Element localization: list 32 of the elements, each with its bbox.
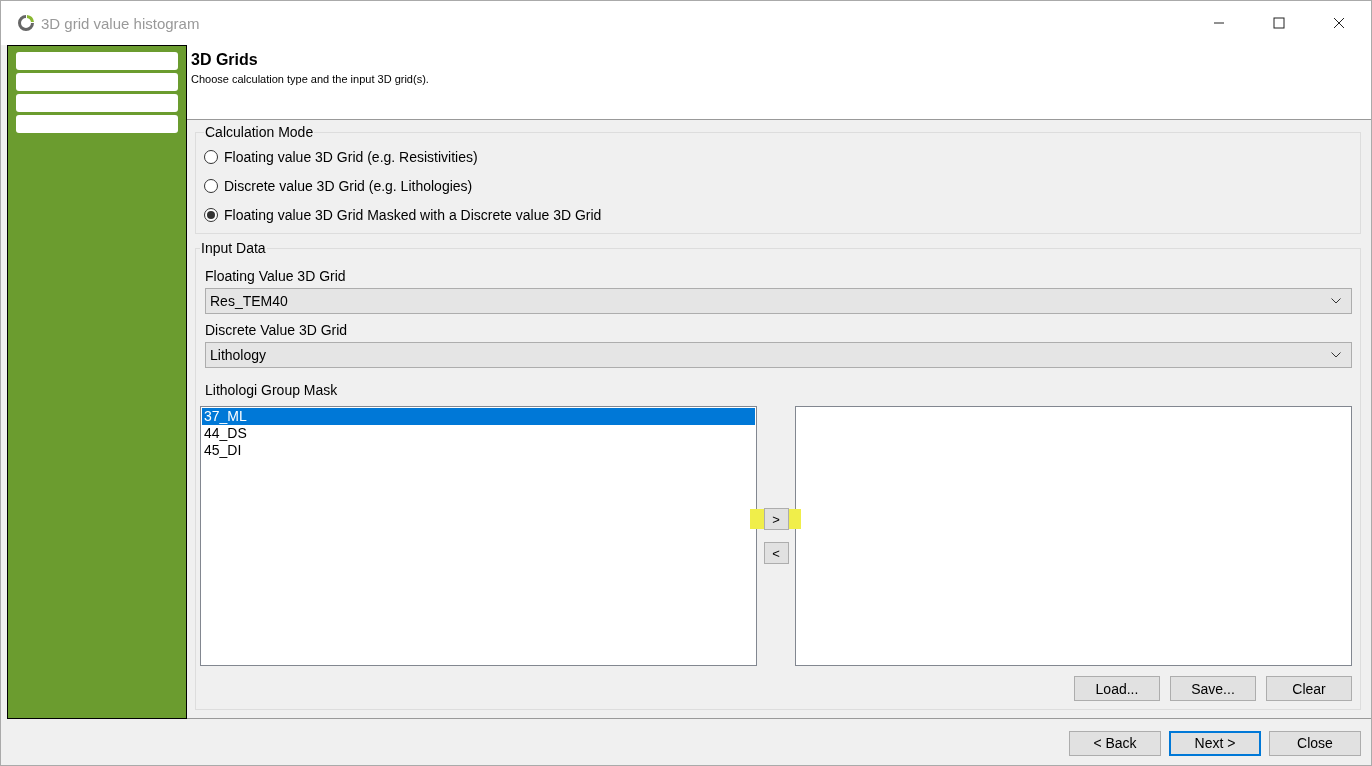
group-legend: Calculation Mode [204,124,315,140]
remove-button[interactable]: < [763,542,789,564]
group-legend: Input Data [200,240,267,256]
list-item[interactable]: 37_ML [202,408,755,425]
close-icon[interactable] [1333,17,1345,29]
add-button[interactable]: > [763,508,789,530]
footer-button[interactable]: Close [1269,730,1361,756]
action-button[interactable]: Clear [1266,676,1352,701]
action-button[interactable]: Load... [1074,676,1160,701]
page-title: 3D Grids [191,51,259,69]
radio-option[interactable]: Discrete value 3D Grid (e.g. Lithologies) [204,171,1352,200]
app-logo-icon [17,14,35,32]
field-label: Lithologi Group Mask [205,382,339,398]
chevron-down-icon [1331,298,1341,304]
radio-option[interactable]: Floating value 3D Grid Masked with a Discrete value 3D Grid [204,200,1352,229]
window-title: 3D grid value histogram [41,14,200,32]
maximize-icon[interactable] [1273,17,1285,29]
radio-button[interactable] [204,207,218,222]
chevron-down-icon [1331,352,1341,358]
dropdown[interactable]: Lithology [205,342,1352,368]
field-label: Floating Value 3D Grid [205,268,347,284]
radio-button[interactable] [204,149,218,164]
footer-button[interactable]: Next > [1169,730,1261,756]
footer-button[interactable]: < Back [1069,730,1161,756]
page-subtitle: Choose calculation type and the input 3D grid(s). [191,73,430,85]
list-item[interactable]: 45_DI [202,442,755,459]
dropdown[interactable]: Res_TEM40 [205,288,1352,314]
radio-option[interactable]: Floating value 3D Grid (e.g. Resistivities) [204,142,1352,171]
list-item[interactable]: 44_DS [202,425,755,442]
action-button[interactable]: Save... [1170,676,1256,701]
radio-button[interactable] [204,178,218,193]
field-label: Discrete Value 3D Grid [205,322,349,338]
